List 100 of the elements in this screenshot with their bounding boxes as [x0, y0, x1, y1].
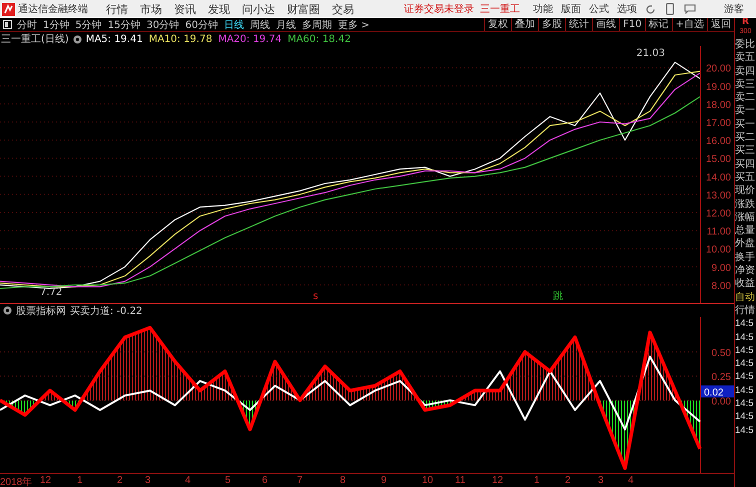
- ma-legend-value: MA5: 19.41: [86, 34, 143, 44]
- trade-time: 14:5: [735, 384, 754, 398]
- menu-item[interactable]: 选项: [617, 2, 637, 16]
- price-axis-label: 18.00: [706, 100, 731, 111]
- menu-item[interactable]: 交易: [332, 2, 354, 16]
- ma-legend-value: MA20: 19.74: [218, 34, 282, 44]
- price-axis-label: 10.00: [706, 244, 731, 256]
- period-tab[interactable]: 日线: [224, 18, 244, 32]
- trade-time: 14:5: [735, 344, 754, 358]
- period-tab[interactable]: 多周期: [302, 18, 332, 32]
- price-axis-label: 15.00: [706, 154, 731, 166]
- menu-item[interactable]: 发现: [208, 2, 230, 16]
- date-axis-label: 11: [455, 475, 466, 486]
- toolbar-button[interactable]: 叠加: [511, 18, 538, 31]
- login-notice[interactable]: 证券交易未登录: [404, 2, 474, 16]
- menu-item[interactable]: 行情: [106, 2, 128, 16]
- phone-icon[interactable]: [666, 3, 674, 15]
- message-icon[interactable]: [684, 4, 696, 14]
- date-axis-label: 6: [262, 475, 268, 486]
- date-axis-label: 7: [297, 475, 303, 486]
- quote-field-label: 卖三: [735, 78, 756, 92]
- price-axis-label: 8.00: [712, 280, 731, 292]
- date-axis-label: 8: [340, 475, 346, 486]
- trade-time: 14:5: [735, 330, 754, 344]
- current-value-label: 0.02: [704, 387, 724, 398]
- price-axis-label: 11.00: [706, 226, 731, 238]
- quote-field-label: 卖四: [735, 64, 756, 78]
- menu-item[interactable]: 问小达: [242, 2, 275, 16]
- menu-item[interactable]: 资讯: [174, 2, 196, 16]
- ma-legend-value: MA60: 18.42: [288, 34, 351, 44]
- date-axis-label: 9: [381, 475, 387, 486]
- refresh-icon[interactable]: [645, 4, 656, 14]
- trade-time: 14:5: [735, 357, 754, 370]
- period-tab[interactable]: 5分钟: [75, 18, 102, 32]
- price-axis-label: 19.00: [706, 82, 731, 93]
- toolbar-button[interactable]: F10: [619, 18, 645, 31]
- quote-field-label: 现价: [735, 184, 756, 198]
- price-axis-label: 20.00: [706, 64, 731, 75]
- auto-label[interactable]: 自动: [735, 290, 756, 304]
- quote-field-label: 涨幅: [735, 210, 756, 224]
- period-tab[interactable]: 15分钟: [108, 18, 140, 32]
- date-axis-label: 12: [40, 475, 52, 486]
- price-axis-label: 17.00: [706, 118, 731, 130]
- quote-field-label: 外盘: [735, 237, 756, 251]
- menu-item[interactable]: 财富圈: [287, 2, 320, 16]
- quote-field-label: 买三: [735, 144, 756, 158]
- quotes-label[interactable]: 行情: [735, 304, 756, 318]
- date-axis-label: 10: [422, 475, 434, 486]
- toolbar-button[interactable]: 返回: [707, 18, 734, 31]
- menu-item[interactable]: 公式: [589, 2, 609, 16]
- period-tab[interactable]: 周线: [250, 18, 270, 32]
- settings-icon[interactable]: [72, 34, 82, 44]
- quote-field-label: 净资: [735, 264, 756, 278]
- period-tab[interactable]: 更多 >: [338, 18, 370, 32]
- period-tab[interactable]: 1分钟: [43, 18, 70, 32]
- menu-item[interactable]: 市场: [140, 2, 162, 16]
- quote-field-label: 卖一: [735, 104, 756, 118]
- panel-toggle-icon[interactable]: [3, 20, 12, 29]
- app-name: 通达信金融终端: [18, 2, 88, 16]
- signal-marker: s: [313, 291, 318, 302]
- settings-icon[interactable]: [3, 306, 12, 315]
- quote-field-label: 买一: [735, 118, 756, 132]
- quote-field-label: 总量: [735, 224, 756, 238]
- date-axis-label: 3: [145, 475, 151, 486]
- quote-field-label: 卖二: [735, 91, 756, 104]
- price-axis-label: 12.00: [706, 208, 731, 220]
- stock-name: 三一重工: [480, 2, 520, 16]
- toolbar-button[interactable]: 画线: [592, 18, 620, 31]
- date-axis-label: 1: [534, 475, 540, 486]
- quote-field-label: 涨跌: [735, 198, 756, 211]
- ma-legend-value: MA10: 19.78: [148, 34, 212, 44]
- price-axis-label: 16.00: [706, 136, 731, 148]
- date-axis-label: 4: [185, 475, 191, 486]
- price-axis-label: 9.00: [712, 262, 731, 274]
- app-logo-icon: [2, 2, 15, 16]
- user-label[interactable]: 游客: [724, 2, 744, 16]
- toolbar-button[interactable]: 统计: [565, 18, 592, 31]
- toolbar-button[interactable]: +自选: [672, 18, 707, 31]
- quote-field-label: 委比: [735, 38, 756, 52]
- toolbar-button[interactable]: 复权: [484, 18, 512, 31]
- indicator-axis-label: 0.50: [712, 348, 731, 359]
- quote-field-label: 买五: [735, 170, 756, 184]
- indicator-name: 股票指标网: [16, 304, 66, 318]
- trade-time: 14:5: [735, 397, 754, 410]
- indicator-axis-label: 0.25: [712, 372, 731, 384]
- quote-field-label: 换手: [735, 250, 756, 264]
- indicator-axis-label: 0.00: [712, 396, 731, 408]
- period-tab[interactable]: 60分钟: [185, 18, 218, 32]
- signal-marker: 跳: [553, 291, 563, 302]
- period-tab[interactable]: 30分钟: [146, 18, 180, 32]
- quote-field-label: 收益: [735, 277, 756, 291]
- period-tab[interactable]: 分时: [17, 18, 37, 32]
- toolbar-button[interactable]: 标记: [644, 18, 672, 31]
- menu-item[interactable]: 功能: [533, 2, 553, 16]
- period-tab[interactable]: 月线: [276, 18, 296, 32]
- date-axis-label: 12: [492, 475, 504, 486]
- menu-item[interactable]: 版面: [561, 2, 581, 16]
- date-axis-label: 1: [77, 475, 83, 486]
- trade-time: 14:5: [735, 424, 754, 437]
- toolbar-button[interactable]: 多股: [538, 18, 566, 31]
